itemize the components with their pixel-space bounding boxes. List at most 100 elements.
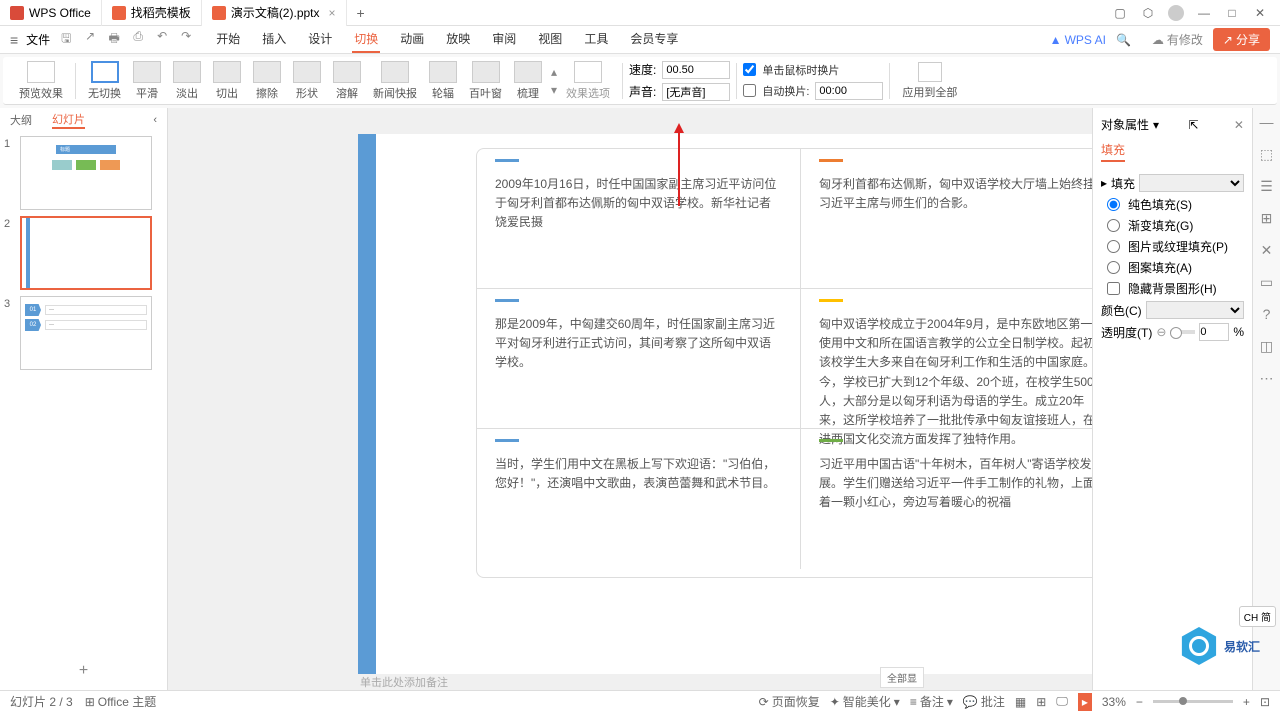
export-icon[interactable]: ↗	[82, 29, 98, 50]
fill-solid-radio[interactable]	[1107, 198, 1120, 211]
undo-icon[interactable]: ↶	[154, 29, 170, 50]
trans-none[interactable]: 无切换	[82, 61, 127, 101]
mtab-slideshow[interactable]: 放映	[444, 26, 472, 53]
sidetool-select[interactable]: ⬚	[1258, 146, 1276, 164]
search-icon[interactable]: 🔍	[1116, 33, 1132, 47]
dropdown-icon[interactable]: ▾	[1153, 118, 1159, 132]
trans-news[interactable]: 新闻快报	[367, 61, 423, 101]
outline-tab[interactable]: 大纲	[10, 112, 32, 128]
trans-blinds[interactable]: 百叶窗	[463, 61, 508, 101]
speed-input[interactable]	[662, 61, 730, 79]
tab-close-icon[interactable]: ×	[329, 6, 336, 20]
sidetool-minus[interactable]: —	[1258, 114, 1276, 132]
zoom-in-button[interactable]: +	[1243, 695, 1250, 709]
sidetool-more[interactable]: ⋯	[1258, 370, 1276, 388]
hide-bg-checkbox[interactable]	[1107, 282, 1120, 295]
view-normal-icon[interactable]: ▦	[1015, 695, 1026, 709]
mtab-transition[interactable]: 切换	[352, 26, 380, 53]
avatar-icon[interactable]	[1168, 5, 1184, 21]
add-slide-button[interactable]: +	[0, 652, 167, 690]
trans-comb[interactable]: 梳理	[508, 61, 548, 101]
fill-section-label[interactable]: 填充	[1111, 175, 1135, 192]
fill-pattern-radio[interactable]	[1107, 261, 1120, 274]
tab-wps-home[interactable]: WPS Office	[0, 0, 102, 26]
mtab-animation[interactable]: 动画	[398, 26, 426, 53]
zoom-slider[interactable]	[1153, 700, 1233, 703]
share-button[interactable]: ↗分享	[1213, 28, 1270, 51]
view-reading-icon[interactable]: 🖵	[1056, 694, 1068, 709]
notes-toggle[interactable]: ≡ 备注 ▾	[910, 693, 953, 710]
zoom-value[interactable]: 33%	[1102, 695, 1126, 709]
mtab-design[interactable]: 设计	[306, 26, 334, 53]
slide-thumb-3[interactable]: 01— 02—	[20, 296, 152, 370]
mtab-start[interactable]: 开始	[214, 26, 242, 53]
mtab-insert[interactable]: 插入	[260, 26, 288, 53]
notes-placeholder[interactable]: 单击此处添加备注	[358, 672, 1092, 688]
sidetool-template[interactable]: ▭	[1258, 274, 1276, 292]
close-button[interactable]: ✕	[1252, 5, 1268, 21]
effect-options[interactable]: 效果选项	[560, 61, 616, 101]
file-menu[interactable]: 文件	[26, 31, 50, 48]
trans-cut[interactable]: 切出	[207, 61, 247, 101]
sidetool-res[interactable]: ◫	[1258, 338, 1276, 356]
pin-icon[interactable]: ⇱	[1188, 118, 1198, 132]
preview-icon[interactable]: ⎙	[130, 29, 146, 50]
status-theme[interactable]: ⊞Office 主题	[85, 693, 157, 710]
trans-more-button[interactable]: ▴▾	[548, 63, 560, 99]
sidetool-style[interactable]: ☰	[1258, 178, 1276, 196]
transparency-input[interactable]	[1199, 323, 1229, 341]
rpanel-close-icon[interactable]: ✕	[1234, 118, 1244, 132]
fit-window-icon[interactable]: ⊡	[1260, 695, 1270, 709]
advance-click-checkbox[interactable]	[743, 63, 756, 76]
view-slideshow-icon[interactable]: ▸	[1078, 693, 1092, 711]
preview-button[interactable]: 预览效果	[13, 61, 69, 101]
slide-thumb-1[interactable]: 标题	[20, 136, 152, 210]
trans-wipe[interactable]: 擦除	[247, 61, 287, 101]
trans-fade[interactable]: 淡出	[167, 61, 207, 101]
ime-indicator[interactable]: CH 简	[1239, 606, 1276, 627]
slide-thumb-2[interactable]	[20, 216, 152, 290]
apply-all-button[interactable]: 应用到全部	[896, 62, 963, 100]
advance-auto-input[interactable]	[815, 82, 883, 100]
transparency-slider[interactable]	[1170, 330, 1195, 334]
view-sorter-icon[interactable]: ⊞	[1036, 695, 1046, 709]
trans-shape[interactable]: 形状	[287, 61, 327, 101]
zoom-out-button[interactable]: −	[1136, 695, 1143, 709]
slides-tab[interactable]: 幻灯片	[52, 111, 85, 129]
tab-current-doc[interactable]: 演示文稿(2).pptx×	[202, 0, 347, 26]
comments-toggle[interactable]: 💬 批注	[963, 693, 1005, 710]
trans-wheel[interactable]: 轮辐	[423, 61, 463, 101]
tab-template[interactable]: 找稻壳模板	[102, 0, 202, 26]
fill-picture-radio[interactable]	[1107, 240, 1120, 253]
sidetool-settings[interactable]: ✕	[1258, 242, 1276, 260]
fill-tab[interactable]: 填充	[1101, 141, 1125, 162]
fill-gradient-radio[interactable]	[1107, 219, 1120, 232]
redo-icon[interactable]: ↷	[178, 29, 194, 50]
layout-icon[interactable]: ▢	[1112, 5, 1128, 21]
mtab-review[interactable]: 审阅	[490, 26, 518, 53]
sidetool-help[interactable]: ?	[1258, 306, 1276, 324]
mtab-tools[interactable]: 工具	[582, 26, 610, 53]
color-select[interactable]	[1146, 301, 1244, 319]
trans-morph[interactable]: 平滑	[127, 61, 167, 101]
tab-add-button[interactable]: +	[347, 5, 375, 21]
hamburger-icon[interactable]: ≡	[10, 32, 18, 48]
collapse-thumbs-icon[interactable]: ‹	[153, 114, 157, 126]
cube-icon[interactable]: ⬡	[1140, 5, 1156, 21]
sidetool-layout[interactable]: ⊞	[1258, 210, 1276, 228]
fill-preset-select[interactable]	[1139, 174, 1244, 192]
trans-dissolve[interactable]: 溶解	[327, 61, 367, 101]
slide-canvas[interactable]: 2009年10月16日，时任中国国家副主席习近平访问位于匈牙利首都布达佩斯的匈中…	[358, 134, 1092, 674]
maximize-button[interactable]: □	[1224, 5, 1240, 21]
smart-beautify[interactable]: ✦ 智能美化 ▾	[830, 693, 900, 710]
save-icon[interactable]: 🖫	[58, 29, 74, 50]
wps-ai-button[interactable]: ▲WPS AI	[1050, 33, 1106, 47]
page-recover[interactable]: ⟳ 页面恢复	[759, 693, 820, 710]
mtab-member[interactable]: 会员专享	[628, 26, 680, 53]
mtab-view[interactable]: 视图	[536, 26, 564, 53]
sound-select[interactable]	[662, 83, 730, 101]
expand-all-button[interactable]: 全部显	[880, 667, 924, 688]
advance-auto-checkbox[interactable]	[743, 84, 756, 97]
minimize-button[interactable]: —	[1196, 5, 1212, 21]
print-icon[interactable]: 🖶	[106, 29, 122, 50]
